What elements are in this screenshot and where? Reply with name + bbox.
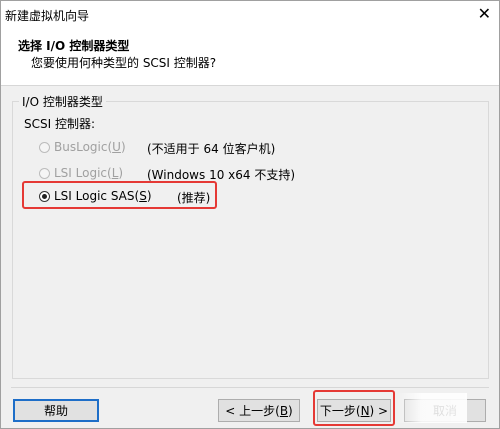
page-title: 选择 I/O 控制器类型 [18, 39, 130, 53]
annotation-highlight-next [313, 390, 395, 426]
radio-buslogic[interactable]: BusLogic(U) [39, 140, 126, 154]
scsi-controller-label: SCSI 控制器: [24, 117, 96, 131]
radio-label: BusLogic(U) [54, 140, 126, 154]
page-subtitle: 您要使用何种类型的 SCSI 控制器? [31, 56, 217, 70]
radio-label: LSI Logic(L) [54, 166, 124, 180]
back-button[interactable]: < 上一步(B) [218, 399, 300, 422]
help-button[interactable]: 帮助 [13, 399, 99, 422]
group-legend: I/O 控制器类型 [19, 93, 106, 110]
buslogic-note: (不适用于 64 位客户机) [147, 142, 276, 156]
wizard-header: 选择 I/O 控制器类型 您要使用何种类型的 SCSI 控制器? [1, 29, 499, 86]
close-icon[interactable]: ✕ [478, 5, 491, 23]
radio-circle[interactable] [39, 167, 50, 179]
radio-circle[interactable] [39, 141, 50, 153]
radio-lsi-logic[interactable]: LSI Logic(L) [39, 166, 123, 180]
watermark-overlay [397, 393, 467, 423]
wizard-window: 新建虚拟机向导 ✕ 选择 I/O 控制器类型 您要使用何种类型的 SCSI 控制… [0, 0, 500, 429]
footer-divider [11, 387, 489, 388]
window-title: 新建虚拟机向导 [5, 9, 90, 23]
annotation-highlight-sas [22, 181, 217, 209]
title-bar: 新建虚拟机向导 ✕ [1, 1, 499, 29]
